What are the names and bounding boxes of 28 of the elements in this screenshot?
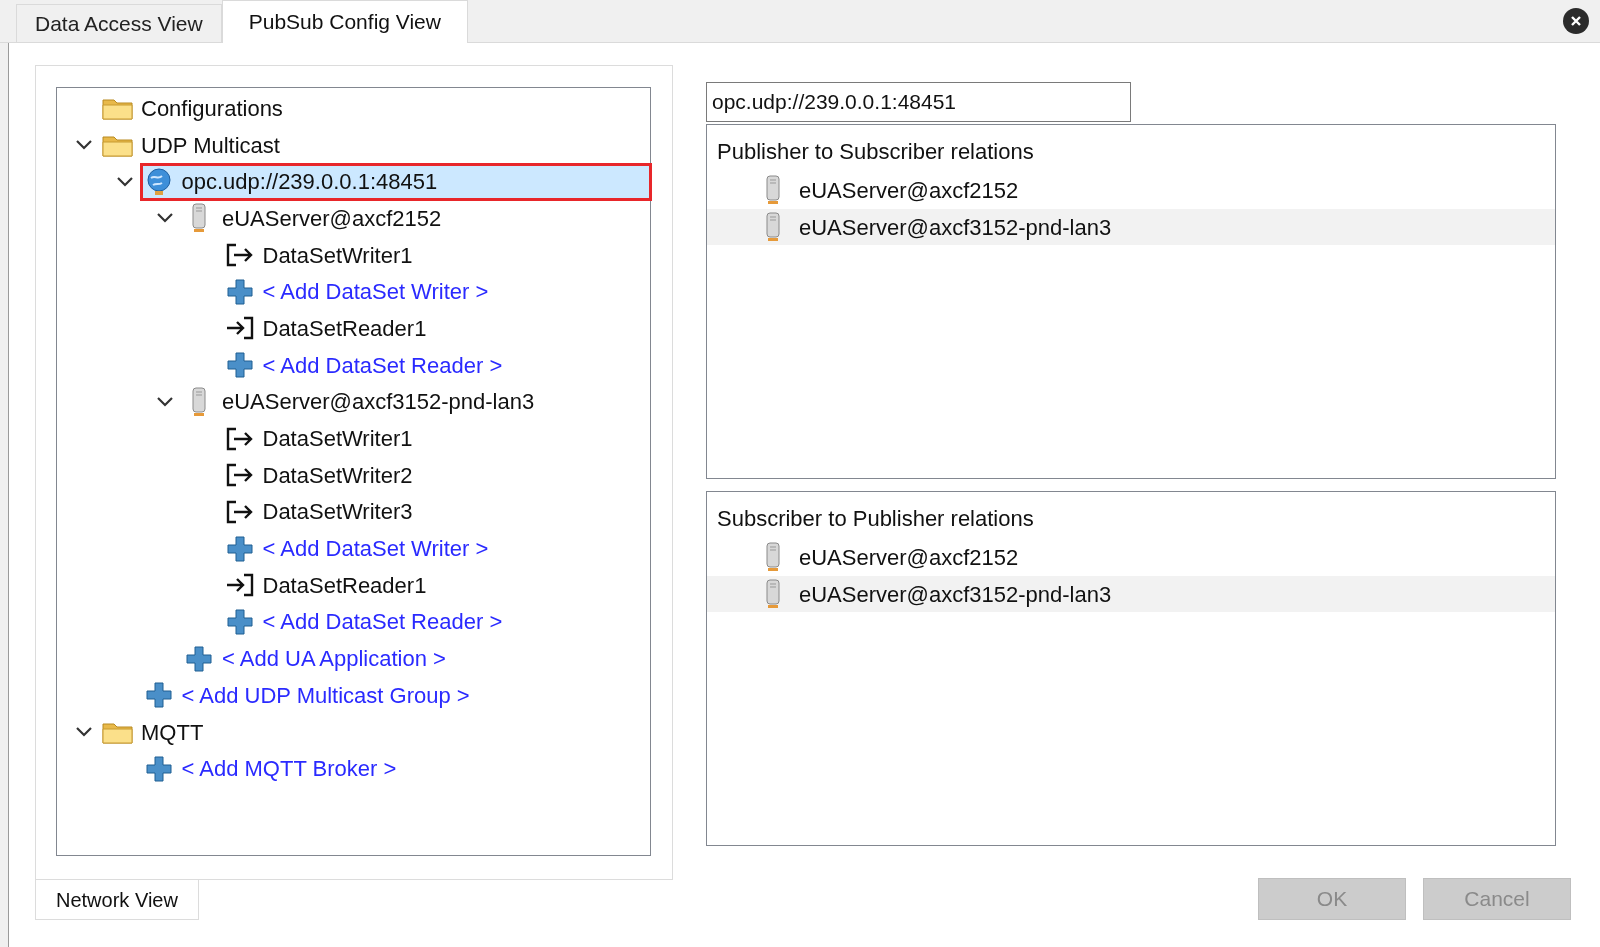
tab[interactable]: Network View <box>35 880 199 920</box>
tree-item[interactable]: DataSetWriter1 <box>222 238 417 273</box>
tree-item[interactable]: DataSetWriter1 <box>222 421 417 456</box>
panel-title: Publisher to Subscriber relations <box>716 138 1035 166</box>
relation-item[interactable]: eUAServer@axcf3152-pnd-lan3 <box>707 575 1555 613</box>
tree-item[interactable]: DataSetWriter2 <box>222 458 417 493</box>
address-field[interactable]: opc.udp://239.0.0.1:48451 <box>706 82 1131 122</box>
tree-item[interactable]: opc.udp://239.0.0.1:48451 <box>141 164 650 199</box>
tree-item[interactable]: UDP Multicast <box>101 128 284 163</box>
tree-item[interactable]: < Add UA Application > <box>182 641 450 676</box>
tree-item[interactable]: DataSetReader1 <box>222 311 431 346</box>
tree-item[interactable]: < Add DataSet Reader > <box>222 348 507 383</box>
tab[interactable]: PubSub Config View <box>221 0 468 43</box>
tree-item[interactable]: < Add UDP Multicast Group > <box>141 678 474 713</box>
tree-item[interactable]: DataSetWriter3 <box>222 494 417 529</box>
close-icon[interactable] <box>1563 8 1589 34</box>
tree-item[interactable]: Configurations <box>101 91 287 126</box>
tab[interactable]: Data Access View <box>16 4 222 42</box>
panel-title: Subscriber to Publisher relations <box>716 505 1035 533</box>
relation-item[interactable]: eUAServer@axcf3152-pnd-lan3 <box>707 208 1555 246</box>
tree-item[interactable]: < Add MQTT Broker > <box>141 751 401 786</box>
tree-item[interactable]: MQTT <box>101 715 208 750</box>
tree-item[interactable]: eUAServer@axcf3152-pnd-lan3 <box>182 384 539 419</box>
tree-item[interactable]: eUAServer@axcf2152 <box>182 201 446 236</box>
tree-item[interactable]: < Add DataSet Writer > <box>222 274 493 309</box>
tree-item[interactable]: < Add DataSet Reader > <box>222 604 507 639</box>
tree-item[interactable]: DataSetReader1 <box>222 568 431 603</box>
tree-item[interactable]: < Add DataSet Writer > <box>222 531 493 566</box>
